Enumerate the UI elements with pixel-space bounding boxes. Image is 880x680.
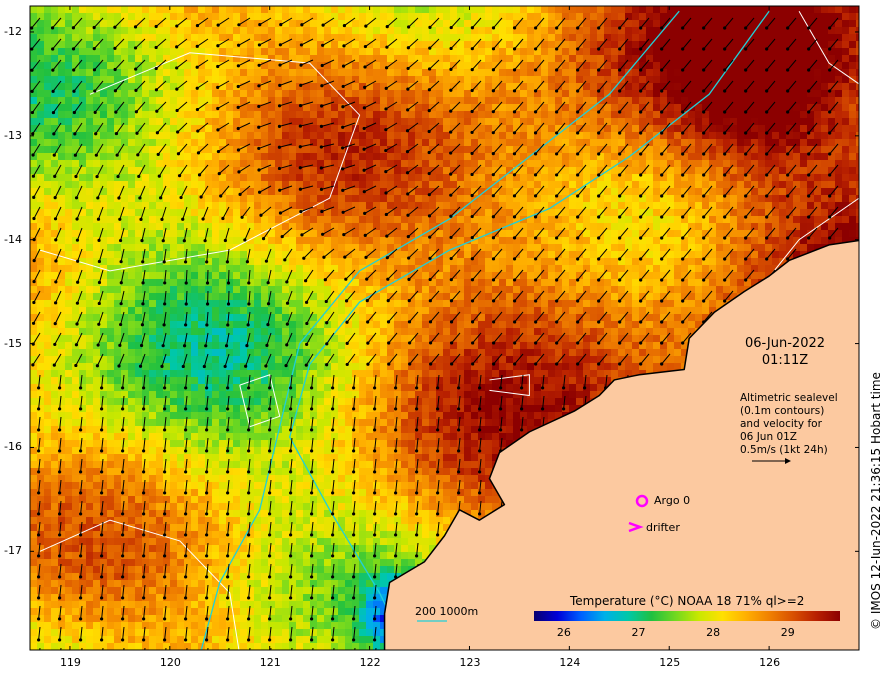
info-line: and velocity for [740, 418, 822, 430]
y-tick-label: -12 [4, 24, 22, 38]
x-tick-label: 125 [659, 656, 681, 669]
argo-label: Argo 0 [654, 494, 691, 507]
date-text: 06-Jun-2022 [744, 336, 826, 351]
colorbar-tick-label: 29 [780, 626, 795, 639]
x-tick-label: 124 [559, 656, 581, 669]
credit-text: © IMOS 12-Jun-2022 21:36:15 Hobart time [869, 372, 880, 630]
drifter-label: drifter [646, 521, 680, 534]
x-tick-label: 121 [259, 656, 281, 669]
y-tick-label: -17 [4, 544, 22, 558]
y-tick-label: -14 [4, 232, 22, 246]
x-tick-label: 119 [59, 656, 81, 669]
time-text: 01:11Z [761, 353, 809, 368]
date-stamp: 06-Jun-2022 01:11Z [730, 335, 840, 369]
x-tick-label: 123 [459, 656, 481, 669]
bathymetry-label: 200 1000m [415, 605, 479, 618]
y-tick-label: -16 [4, 440, 22, 454]
y-tick-label: -13 [4, 128, 22, 142]
colorbar-tick-label: 27 [631, 626, 646, 639]
info-line: Altimetric sealevel [740, 392, 838, 404]
x-tick-label: 120 [159, 656, 181, 669]
x-tick-label: 122 [359, 656, 381, 669]
sealevel-info: Altimetric sealevel (0.1m contours) and ve… [740, 392, 860, 457]
info-line: (0.1m contours) [740, 405, 825, 417]
colorbar-tick-label: 28 [706, 626, 721, 639]
info-line: 06 Jun 01Z [740, 431, 797, 443]
colorbar-tick-label: 26 [556, 626, 571, 639]
x-tick-label: 126 [759, 656, 781, 669]
info-line: 0.5m/s (1kt 24h) [740, 444, 828, 456]
y-tick-label: -15 [4, 336, 22, 350]
colorbar-title: Temperature (°C) NOAA 18 71% ql>=2 [570, 594, 805, 608]
colorbar [534, 611, 840, 621]
